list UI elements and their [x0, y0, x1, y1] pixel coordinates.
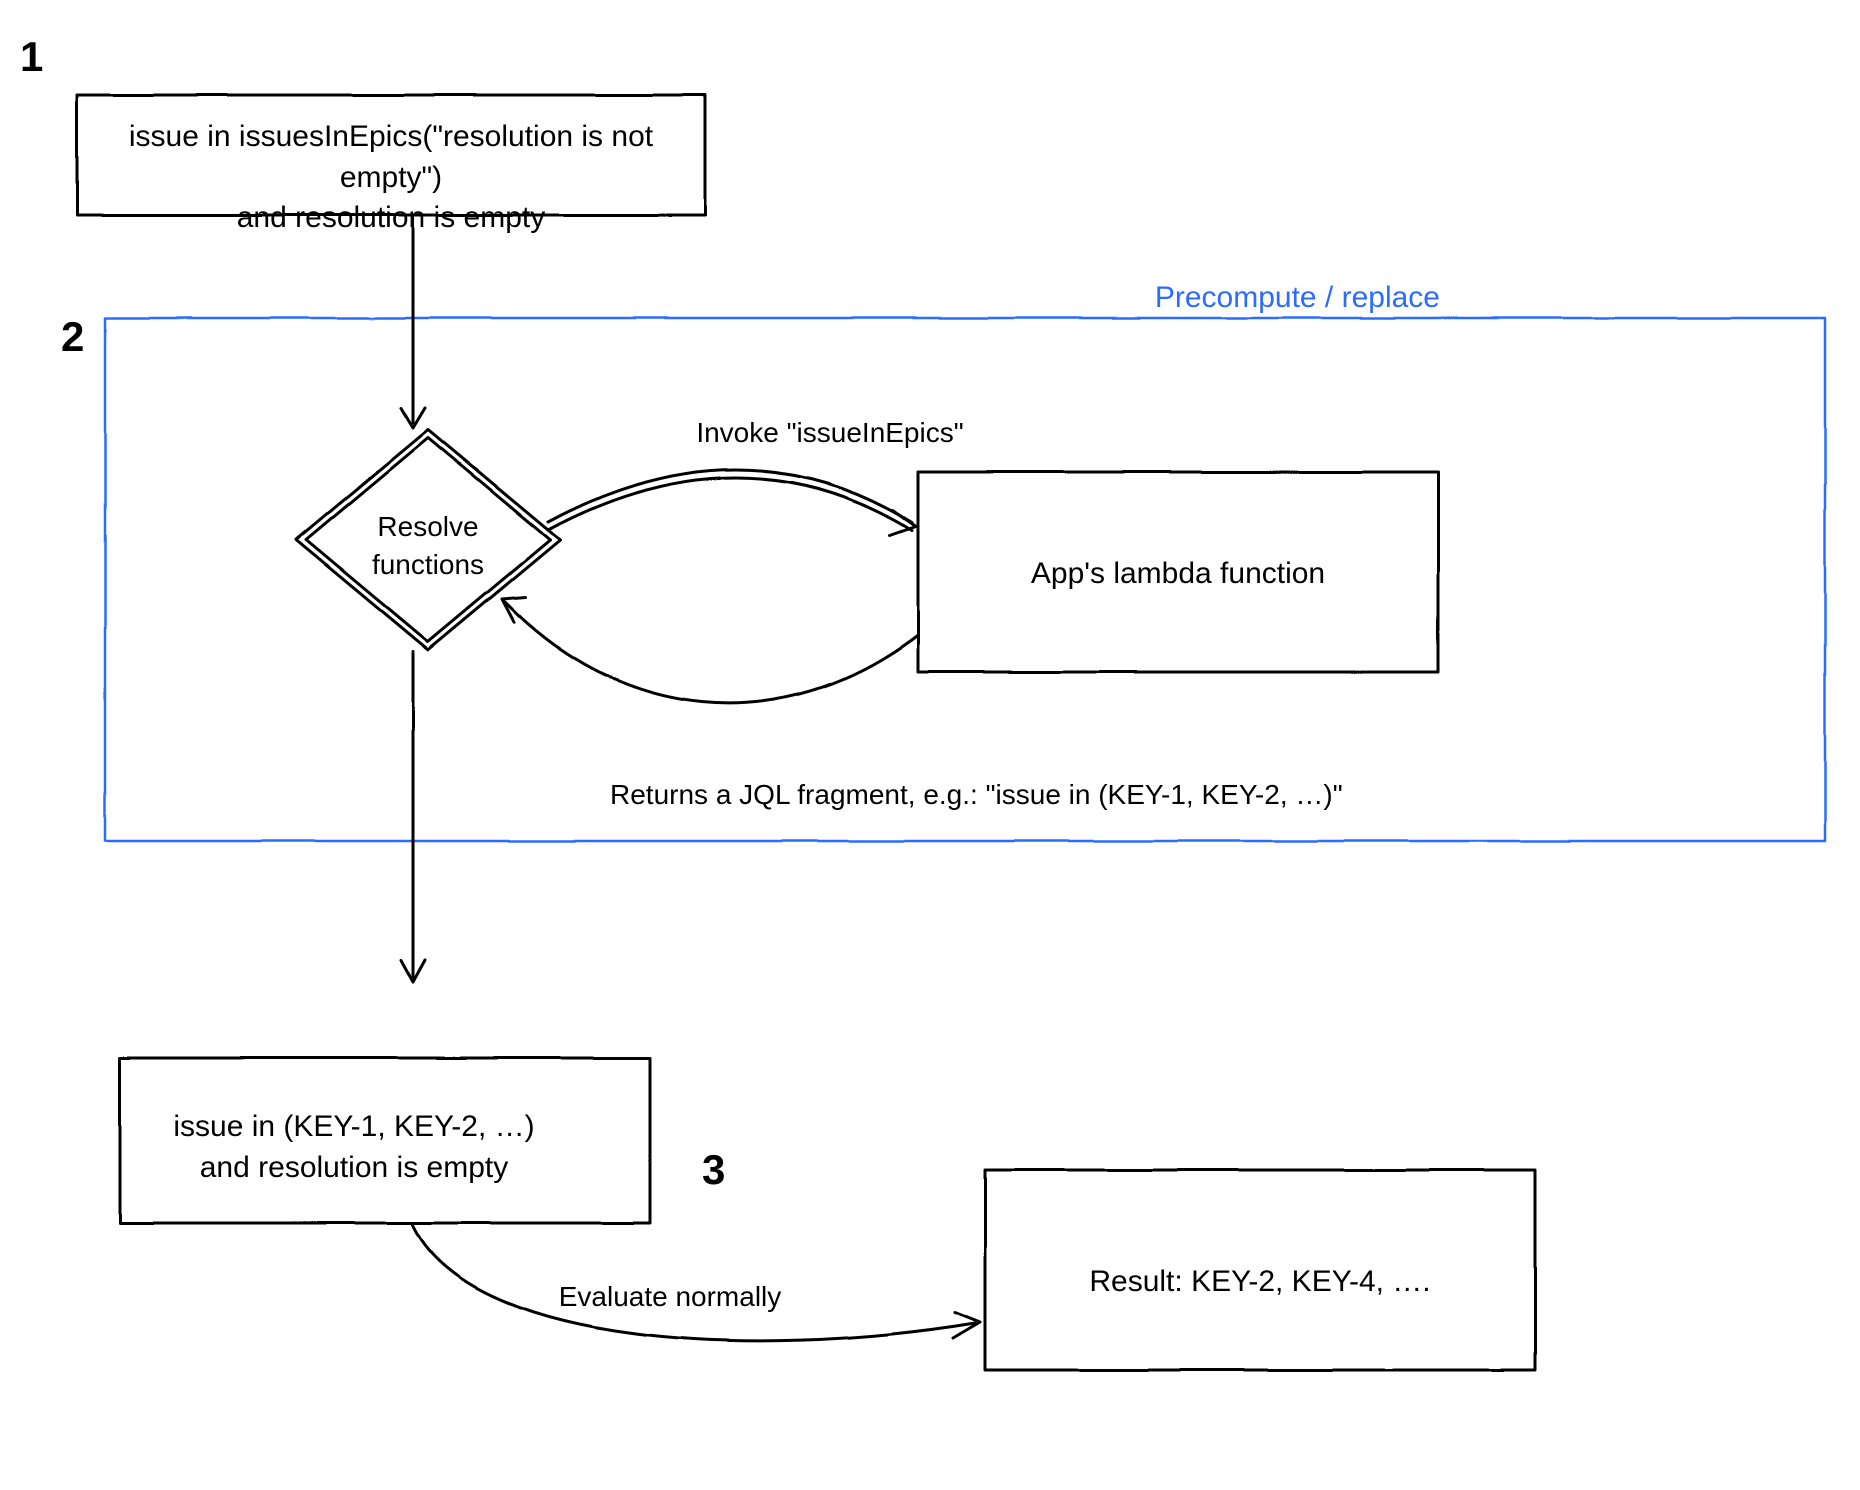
rewritten-query-box: [120, 1058, 650, 1223]
diagram-svg: [0, 0, 1860, 1490]
precompute-group-box: [105, 318, 1825, 841]
input-query-box: [77, 95, 705, 215]
arrow-input-to-resolve: [401, 217, 425, 428]
arrow-invoke: [548, 469, 916, 535]
result-box: [985, 1170, 1535, 1370]
arrow-resolve-to-rewritten: [401, 652, 425, 982]
arrow-returns: [502, 597, 918, 703]
lambda-box: [918, 472, 1438, 672]
arrow-evaluate: [413, 1225, 980, 1341]
diagram-canvas: 1 2 3 Precompute / replace issue in issu…: [0, 0, 1860, 1490]
